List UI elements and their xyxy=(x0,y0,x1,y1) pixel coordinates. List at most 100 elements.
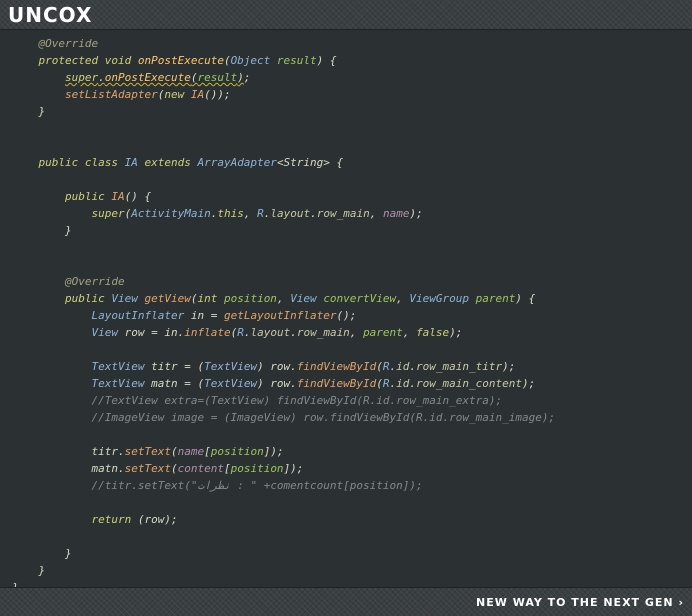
code-token: , xyxy=(402,326,417,339)
code-line: //titr.setText("نظرات : " +comentcount[p… xyxy=(12,477,555,494)
code-editor[interactable]: @Override protected void onPostExecute(O… xyxy=(0,31,692,594)
code-token: ; xyxy=(243,71,251,84)
code-line: protected void onPostExecute(Object resu… xyxy=(12,52,555,69)
code-token: setText xyxy=(124,462,171,475)
code-block[interactable]: @Override protected void onPostExecute(O… xyxy=(12,35,555,596)
code-token: in = xyxy=(190,309,224,322)
code-token: inflate xyxy=(184,326,231,339)
code-token: position xyxy=(210,445,264,458)
code-token: position xyxy=(223,292,277,305)
code-token: } xyxy=(38,105,46,118)
code-token: setListAdapter xyxy=(64,88,158,101)
code-token: parent xyxy=(363,326,403,339)
code-token: (row); xyxy=(137,513,178,526)
code-token: public xyxy=(64,190,112,203)
code-token: parent xyxy=(475,292,516,305)
brand-logo: UNCOX xyxy=(8,3,93,27)
code-token: this xyxy=(217,207,244,220)
code-token: titr = ( xyxy=(151,360,205,373)
code-line: LayoutInflater in = getLayoutInflater(); xyxy=(12,307,555,324)
code-token: new xyxy=(164,88,191,101)
code-token: ( xyxy=(376,377,383,390)
code-token: ActivityMain xyxy=(131,207,211,220)
code-token: super xyxy=(64,71,99,84)
code-token: @Override xyxy=(64,275,125,288)
code-token: ); xyxy=(502,360,516,373)
code-line: } xyxy=(12,103,555,120)
code-token: row_main_content xyxy=(416,377,523,390)
code-token: ) { xyxy=(316,54,337,67)
code-token: name xyxy=(382,207,410,220)
code-token: name xyxy=(177,445,205,458)
code-token: findViewById xyxy=(296,360,377,373)
code-token: onPostExecute xyxy=(137,54,224,67)
code-token: matn. xyxy=(91,462,125,475)
code-line: @Override xyxy=(12,273,555,290)
code-token: row_main xyxy=(316,207,370,220)
code-token: titr. xyxy=(91,445,125,458)
code-token: result xyxy=(197,71,238,84)
code-token: //TextView extra=(TextView) findViewById… xyxy=(91,394,503,407)
code-token: (); xyxy=(336,309,357,322)
code-token: layout xyxy=(270,207,311,220)
code-token: return xyxy=(91,513,138,526)
code-token: IA xyxy=(124,156,145,169)
code-token: int xyxy=(197,292,224,305)
code-token: content xyxy=(177,462,224,475)
code-token: () { xyxy=(124,190,152,203)
code-line: public class IA extends ArrayAdapter<Str… xyxy=(12,154,555,171)
code-token: id xyxy=(396,377,410,390)
code-token: ); xyxy=(449,326,463,339)
code-token: public xyxy=(64,292,112,305)
code-token: extends xyxy=(144,156,198,169)
code-token: ]); xyxy=(283,462,304,475)
code-token: Object xyxy=(230,54,271,67)
code-token: View xyxy=(290,292,324,305)
code-token: IA xyxy=(111,190,125,203)
code-token: <String> { xyxy=(276,156,344,169)
code-token: ( xyxy=(223,54,231,67)
code-token: setText xyxy=(124,445,171,458)
code-token: View xyxy=(111,292,145,305)
code-token: , xyxy=(396,292,410,305)
code-token: layout xyxy=(250,326,291,339)
code-line: titr.setText(name[position]); xyxy=(12,443,555,460)
code-token: findViewById xyxy=(296,377,377,390)
code-line: super(ActivityMain.this, R.layout.row_ma… xyxy=(12,205,555,222)
code-token: LayoutInflater xyxy=(91,309,191,322)
code-token: } xyxy=(64,224,72,237)
code-line: View row = in.inflate(R.layout.row_main,… xyxy=(12,324,555,341)
code-line: } xyxy=(12,562,555,579)
code-token: protected void xyxy=(38,54,138,67)
code-token: result xyxy=(270,54,317,67)
code-token: super xyxy=(91,207,125,220)
code-token: ]); xyxy=(263,445,284,458)
code-token: @Override xyxy=(38,37,99,50)
code-token: R xyxy=(237,326,244,339)
code-token: ViewGroup xyxy=(409,292,476,305)
code-token: . xyxy=(310,207,317,220)
code-token: R xyxy=(257,207,264,220)
